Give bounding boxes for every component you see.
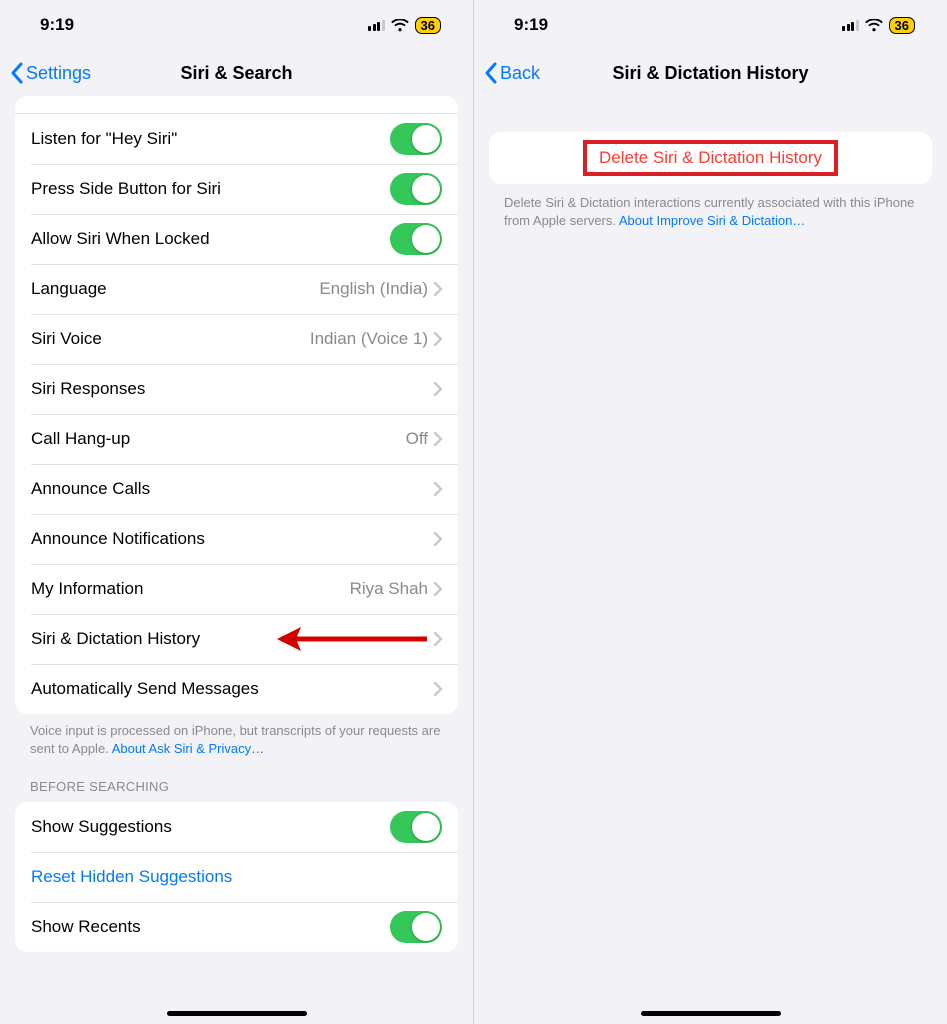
toggle-show-recents[interactable] [390, 911, 442, 943]
row-label: My Information [31, 579, 350, 599]
row-listen-hey-siri[interactable]: Listen for "Hey Siri" [15, 114, 458, 164]
status-bar: 9:19 36 [0, 0, 473, 50]
link-ask-siri-privacy[interactable]: About Ask Siri & Privacy… [112, 741, 264, 756]
chevron-right-icon [434, 682, 442, 696]
back-button[interactable]: Settings [10, 62, 91, 84]
row-label: Language [31, 279, 319, 299]
wifi-icon [865, 19, 883, 32]
chevron-right-icon [434, 282, 442, 296]
row-label: Show Suggestions [31, 817, 390, 837]
phone-right: 9:19 36 Back Siri & Dictation History De… [473, 0, 947, 1024]
row-label: Siri Responses [31, 379, 434, 399]
chevron-right-icon [434, 382, 442, 396]
row-allow-when-locked[interactable]: Allow Siri When Locked [15, 214, 458, 264]
row-label: Reset Hidden Suggestions [31, 867, 442, 887]
back-label: Settings [26, 63, 91, 84]
chevron-right-icon [434, 632, 442, 646]
row-siri-responses[interactable]: Siri Responses [15, 364, 458, 414]
chevron-right-icon [434, 582, 442, 596]
status-time: 9:19 [40, 15, 74, 35]
toggle-show-suggestions[interactable] [390, 811, 442, 843]
row-label: Announce Notifications [31, 529, 434, 549]
group-footer-privacy: Voice input is processed on iPhone, but … [30, 722, 443, 757]
home-indicator[interactable] [167, 1011, 307, 1016]
row-call-hangup[interactable]: Call Hang-up Off [15, 414, 458, 464]
row-value: Riya Shah [350, 579, 428, 599]
row-value: Indian (Voice 1) [310, 329, 428, 349]
row-label: Automatically Send Messages [31, 679, 434, 699]
chevron-left-icon [484, 62, 498, 84]
status-bar: 9:19 36 [474, 0, 947, 50]
toggle-side-button[interactable] [390, 173, 442, 205]
chevron-right-icon [434, 432, 442, 446]
row-auto-send-messages[interactable]: Automatically Send Messages [15, 664, 458, 714]
row-value: English (India) [319, 279, 428, 299]
wifi-icon [391, 19, 409, 32]
battery-icon: 36 [889, 17, 915, 34]
row-announce-calls[interactable]: Announce Calls [15, 464, 458, 514]
row-label: Show Recents [31, 917, 390, 937]
nav-header: Back Siri & Dictation History [474, 50, 947, 96]
back-label: Back [500, 63, 540, 84]
page-title: Siri & Dictation History [474, 63, 947, 84]
chevron-right-icon [434, 532, 442, 546]
row-label: Announce Calls [31, 479, 434, 499]
link-improve-siri[interactable]: About Improve Siri & Dictation… [619, 213, 805, 228]
row-label: Allow Siri When Locked [31, 229, 390, 249]
delete-button-label: Delete Siri & Dictation History [599, 148, 822, 167]
cellular-icon [842, 20, 859, 31]
row-label: Siri & Dictation History [31, 629, 434, 649]
before-searching-group: Show Suggestions Reset Hidden Suggestion… [15, 802, 458, 952]
row-label: Call Hang-up [31, 429, 406, 449]
row-press-side-button[interactable]: Press Side Button for Siri [15, 164, 458, 214]
row-label: Listen for "Hey Siri" [31, 129, 390, 149]
partial-row-cutoff [15, 96, 458, 114]
row-delete-history[interactable]: Delete Siri & Dictation History [489, 132, 932, 184]
status-time: 9:19 [514, 15, 548, 35]
siri-settings-group: Listen for "Hey Siri" Press Side Button … [15, 114, 458, 714]
toggle-when-locked[interactable] [390, 223, 442, 255]
chevron-right-icon [434, 482, 442, 496]
row-language[interactable]: Language English (India) [15, 264, 458, 314]
back-button[interactable]: Back [484, 62, 540, 84]
row-siri-dictation-history[interactable]: Siri & Dictation History [15, 614, 458, 664]
home-indicator[interactable] [641, 1011, 781, 1016]
row-siri-voice[interactable]: Siri Voice Indian (Voice 1) [15, 314, 458, 364]
row-reset-hidden-suggestions[interactable]: Reset Hidden Suggestions [15, 852, 458, 902]
row-show-recents[interactable]: Show Recents [15, 902, 458, 952]
toggle-hey-siri[interactable] [390, 123, 442, 155]
section-header-before-searching: BEFORE SEARCHING [30, 779, 443, 794]
group-footer-delete: Delete Siri & Dictation interactions cur… [504, 194, 917, 229]
row-label: Siri Voice [31, 329, 310, 349]
nav-header: Settings Siri & Search [0, 50, 473, 96]
cellular-icon [368, 20, 385, 31]
row-my-information[interactable]: My Information Riya Shah [15, 564, 458, 614]
annotation-highlight-box: Delete Siri & Dictation History [583, 140, 838, 176]
chevron-right-icon [434, 332, 442, 346]
row-label: Press Side Button for Siri [31, 179, 390, 199]
delete-history-group: Delete Siri & Dictation History [489, 132, 932, 184]
row-announce-notifications[interactable]: Announce Notifications [15, 514, 458, 564]
chevron-left-icon [10, 62, 24, 84]
battery-icon: 36 [415, 17, 441, 34]
row-value: Off [406, 429, 428, 449]
phone-left: 9:19 36 Settings Siri & Search Listen fo… [0, 0, 473, 1024]
row-show-suggestions[interactable]: Show Suggestions [15, 802, 458, 852]
